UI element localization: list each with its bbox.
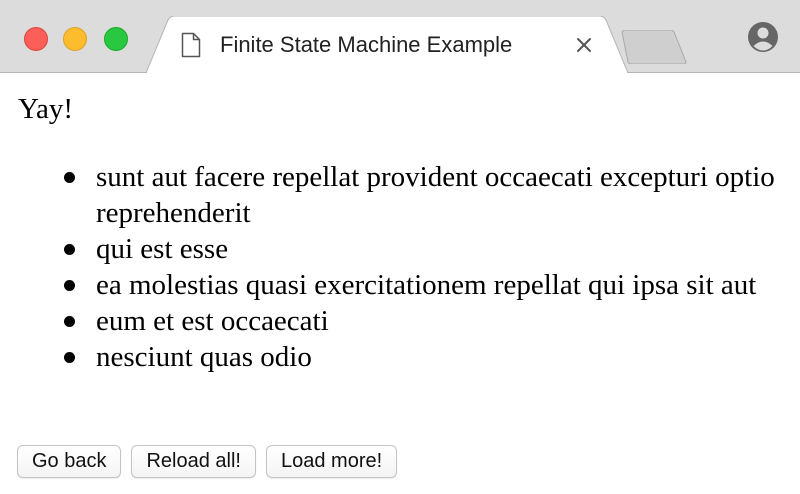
button-row: Go back Reload all! Load more! bbox=[17, 445, 398, 478]
list-item: nesciunt quas odio bbox=[0, 339, 790, 375]
list-item-text: nesciunt quas odio bbox=[96, 341, 312, 373]
list-item-text: eum et est occaecati bbox=[96, 305, 329, 337]
page-heading: Yay! bbox=[18, 93, 74, 125]
list-item: sunt aut facere repellat provident occae… bbox=[0, 159, 790, 231]
list-item-text: sunt aut facere repellat provident occae… bbox=[96, 161, 775, 229]
profile-icon[interactable] bbox=[747, 21, 779, 58]
list-item: eum et est occaecati bbox=[0, 303, 790, 339]
post-list: sunt aut facere repellat provident occae… bbox=[0, 159, 790, 375]
window-minimize-button[interactable] bbox=[63, 27, 87, 51]
list-item-text: qui est esse bbox=[96, 233, 229, 265]
reload-all-button[interactable]: Reload all! bbox=[131, 445, 256, 478]
tab-active[interactable]: Finite State Machine Example bbox=[146, 16, 628, 73]
bullet-icon bbox=[64, 316, 75, 327]
tab-title: Finite State Machine Example bbox=[220, 32, 513, 57]
go-back-button[interactable]: Go back bbox=[17, 445, 122, 478]
close-icon[interactable] bbox=[574, 35, 594, 55]
new-tab-button[interactable] bbox=[618, 29, 688, 69]
document-icon bbox=[181, 32, 201, 63]
list-item: ea molestias quasi exercitationem repell… bbox=[0, 267, 790, 303]
bullet-icon bbox=[64, 172, 75, 183]
bullet-icon bbox=[64, 352, 75, 363]
list-item-text: ea molestias quasi exercitationem repell… bbox=[96, 269, 757, 301]
window-zoom-button[interactable] bbox=[104, 27, 128, 51]
window-close-button[interactable] bbox=[24, 27, 48, 51]
browser-chrome: Finite State Machine Example bbox=[0, 0, 800, 73]
bullet-icon bbox=[64, 280, 75, 291]
load-more-button[interactable]: Load more! bbox=[266, 445, 398, 478]
list-item: qui est esse bbox=[0, 231, 790, 267]
page-content: Yay! sunt aut facere repellat provident … bbox=[0, 73, 800, 494]
bullet-icon bbox=[64, 244, 75, 255]
